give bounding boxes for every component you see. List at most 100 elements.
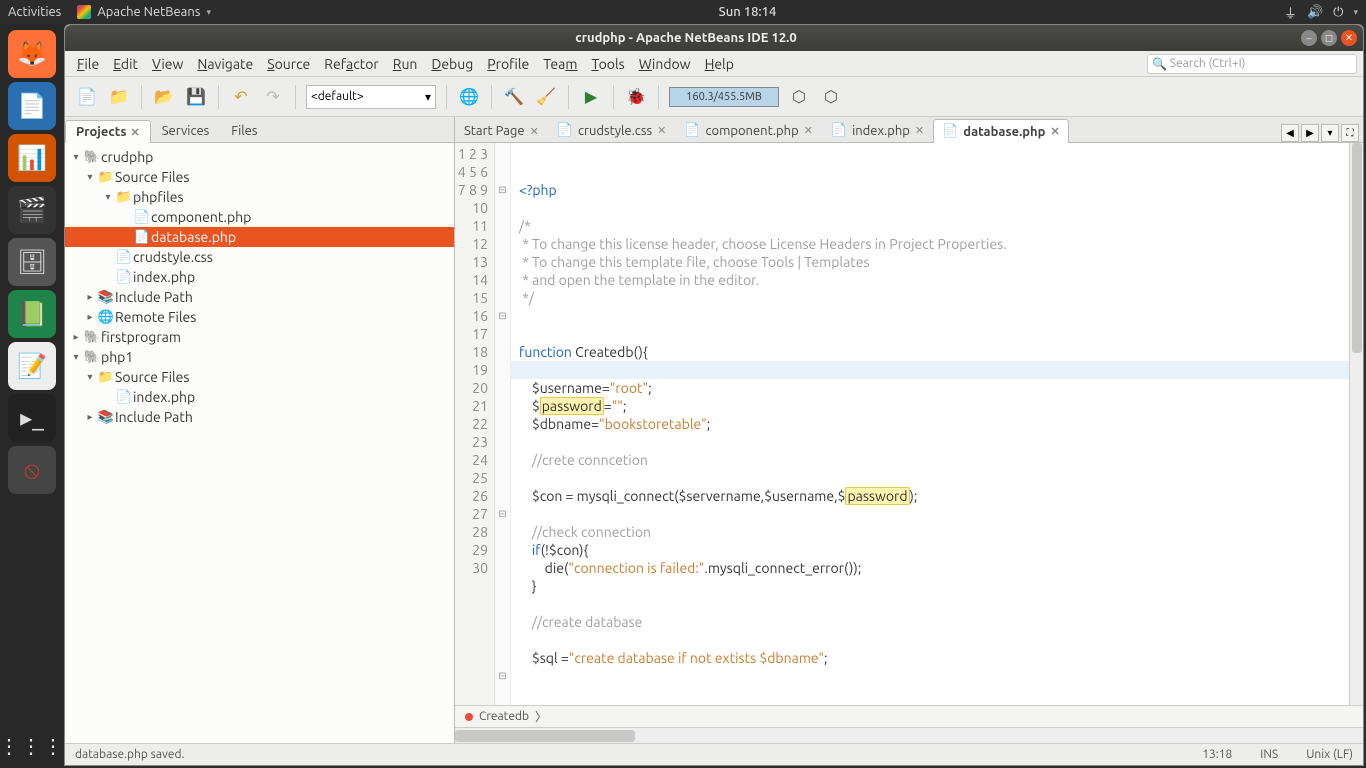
new-project-icon[interactable]: 📁	[107, 85, 131, 109]
horizontal-scrollbar[interactable]	[455, 727, 1363, 743]
close-button[interactable]: ✕	[1341, 30, 1357, 46]
close-icon[interactable]: ✕	[131, 126, 140, 139]
redo-icon[interactable]: ↷	[261, 85, 285, 109]
line-ending[interactable]: Unix (LF)	[1306, 748, 1353, 761]
text-editor-icon[interactable]: 📝	[8, 342, 56, 390]
tree-source-files[interactable]: ▾📁Source Files	[65, 367, 454, 387]
tree-project[interactable]: ▸🐘firstprogram	[65, 327, 454, 347]
save-all-icon[interactable]: 💾	[184, 85, 208, 109]
clean-build-icon[interactable]: 🧹	[534, 85, 558, 109]
tree-include-path[interactable]: ▸📚Include Path	[65, 407, 454, 427]
run-icon[interactable]: ▶	[579, 85, 603, 109]
clock[interactable]: Sun 18:14	[211, 5, 1284, 19]
menu-tools[interactable]: Tools	[585, 54, 630, 74]
chevron-down-icon: ▾	[1353, 7, 1358, 18]
toolbar: 📄 📁 📂 💾 ↶ ↷ <default>▾ 🌐 🔨 🧹 ▶ 🐞 160.3/4…	[65, 77, 1363, 117]
project-tree[interactable]: ▾🐘crudphp ▾📁Source Files ▾📁phpfiles 📄com…	[65, 143, 454, 743]
files-icon[interactable]: 🗄	[8, 238, 56, 286]
menu-run[interactable]: Run	[387, 54, 424, 74]
tab-prev-icon[interactable]: ◀	[1281, 124, 1299, 142]
code-editor[interactable]: <?php /* * To change this license header…	[511, 143, 1349, 705]
cursor-position: 13:18	[1202, 748, 1232, 761]
tree-include-path[interactable]: ▸📚Include Path	[65, 287, 454, 307]
close-icon[interactable]: ✕	[657, 124, 666, 137]
minimize-button[interactable]: –	[1301, 30, 1317, 46]
tab-crudstyle[interactable]: 📄crudstyle.css✕	[548, 118, 676, 142]
close-icon[interactable]: ✕	[804, 124, 813, 137]
writer-icon[interactable]: 📄	[8, 82, 56, 130]
firefox-icon[interactable]: 🦊	[8, 30, 56, 78]
search-input[interactable]: 🔍 Search (Ctrl+I)	[1147, 54, 1357, 74]
menu-debug[interactable]: Debug	[425, 54, 479, 74]
calc-icon[interactable]: 📗	[8, 290, 56, 338]
menu-refactor[interactable]: Refactor	[318, 54, 384, 74]
tree-project[interactable]: ▾🐘crudphp	[65, 147, 454, 167]
netbeans-dock-icon[interactable]	[8, 498, 56, 546]
config-combo[interactable]: <default>▾	[306, 85, 436, 109]
menu-team[interactable]: Team	[537, 54, 583, 74]
tree-file[interactable]: 📄component.php	[65, 207, 454, 227]
open-icon[interactable]: 📂	[152, 85, 176, 109]
video-editor-icon[interactable]: 🎬	[8, 186, 56, 234]
volume-icon[interactable]: 🔊	[1307, 5, 1323, 20]
impress-icon[interactable]: 📊	[8, 134, 56, 182]
line-gutter[interactable]: 1 2 3 4 5 6 7 8 9 10 11 12 13 14 15 16 1…	[455, 143, 495, 705]
tab-files[interactable]: Files	[220, 119, 268, 142]
terminal-icon[interactable]: ▸_	[8, 394, 56, 442]
profile-attach-icon[interactable]: ⬡	[819, 85, 843, 109]
tab-component[interactable]: 📄component.php✕	[675, 118, 822, 142]
tab-index[interactable]: 📄index.php✕	[822, 118, 933, 142]
show-apps-icon[interactable]: ⋮⋮⋮	[0, 734, 65, 758]
app-menu[interactable]: Apache NetBeans ▾	[77, 5, 211, 19]
browser-icon[interactable]: 🌐	[457, 85, 481, 109]
maximize-editor-icon[interactable]: ⛶	[1341, 124, 1359, 142]
profile-icon[interactable]: ⬡	[787, 85, 811, 109]
menu-navigate[interactable]: Navigate	[191, 54, 259, 74]
tab-services[interactable]: Services	[151, 119, 221, 142]
tree-file[interactable]: 📄index.php	[65, 267, 454, 287]
editor-tabs: Start Page✕ 📄crudstyle.css✕ 📄component.p…	[455, 117, 1363, 143]
status-message: database.php saved.	[75, 748, 184, 761]
menu-window[interactable]: Window	[633, 54, 697, 74]
tab-startpage[interactable]: Start Page✕	[455, 119, 548, 142]
undo-icon[interactable]: ↶	[229, 85, 253, 109]
chevron-right-icon: 〉	[535, 708, 547, 725]
menu-file[interactable]: File	[71, 54, 105, 74]
build-icon[interactable]: 🔨	[502, 85, 526, 109]
new-file-icon[interactable]: 📄	[75, 85, 99, 109]
close-icon[interactable]: ✕	[915, 124, 924, 137]
power-icon[interactable]: ⏻	[1333, 5, 1343, 20]
breadcrumb[interactable]: Createdb 〉	[455, 705, 1363, 727]
memory-meter[interactable]: 160.3/455.5MB	[669, 87, 779, 107]
fold-column[interactable]: ⊟⊟⊟⊟	[495, 143, 511, 705]
tree-project[interactable]: ▾🐘php1	[65, 347, 454, 367]
search-placeholder: Search (Ctrl+I)	[1170, 57, 1246, 70]
tab-list-icon[interactable]: ▾	[1321, 124, 1339, 142]
menu-view[interactable]: View	[146, 54, 189, 74]
menu-source[interactable]: Source	[261, 54, 316, 74]
window-titlebar[interactable]: crudphp - Apache NetBeans IDE 12.0 – ◻ ✕	[65, 25, 1363, 51]
tab-next-icon[interactable]: ▶	[1301, 124, 1319, 142]
status-bar: database.php saved. 13:18 INS Unix (LF)	[65, 743, 1363, 765]
tree-remote-files[interactable]: ▸🌐Remote Files	[65, 307, 454, 327]
tree-folder[interactable]: ▾📁phpfiles	[65, 187, 454, 207]
close-icon[interactable]: ✕	[1050, 125, 1059, 138]
tab-database[interactable]: 📄database.php✕	[933, 119, 1069, 143]
tree-file-selected[interactable]: 📄database.php	[65, 227, 454, 247]
tree-file[interactable]: 📄crudstyle.css	[65, 247, 454, 267]
tree-source-files[interactable]: ▾📁Source Files	[65, 167, 454, 187]
blocked-icon[interactable]: ⦸	[8, 446, 56, 494]
menu-edit[interactable]: Edit	[107, 54, 144, 74]
vertical-scrollbar[interactable]	[1349, 143, 1363, 705]
tab-projects[interactable]: Projects✕	[65, 120, 151, 143]
maximize-button[interactable]: ◻	[1321, 30, 1337, 46]
menu-help[interactable]: Help	[699, 54, 740, 74]
close-icon[interactable]: ✕	[530, 125, 539, 138]
debug-icon[interactable]: 🐞	[624, 85, 648, 109]
insert-mode[interactable]: INS	[1260, 748, 1278, 761]
menu-profile[interactable]: Profile	[481, 54, 535, 74]
network-icon[interactable]: ⏚	[1284, 3, 1297, 22]
netbeans-icon	[77, 5, 91, 19]
tree-file[interactable]: 📄index.php	[65, 387, 454, 407]
activities-button[interactable]: Activities	[8, 5, 61, 19]
